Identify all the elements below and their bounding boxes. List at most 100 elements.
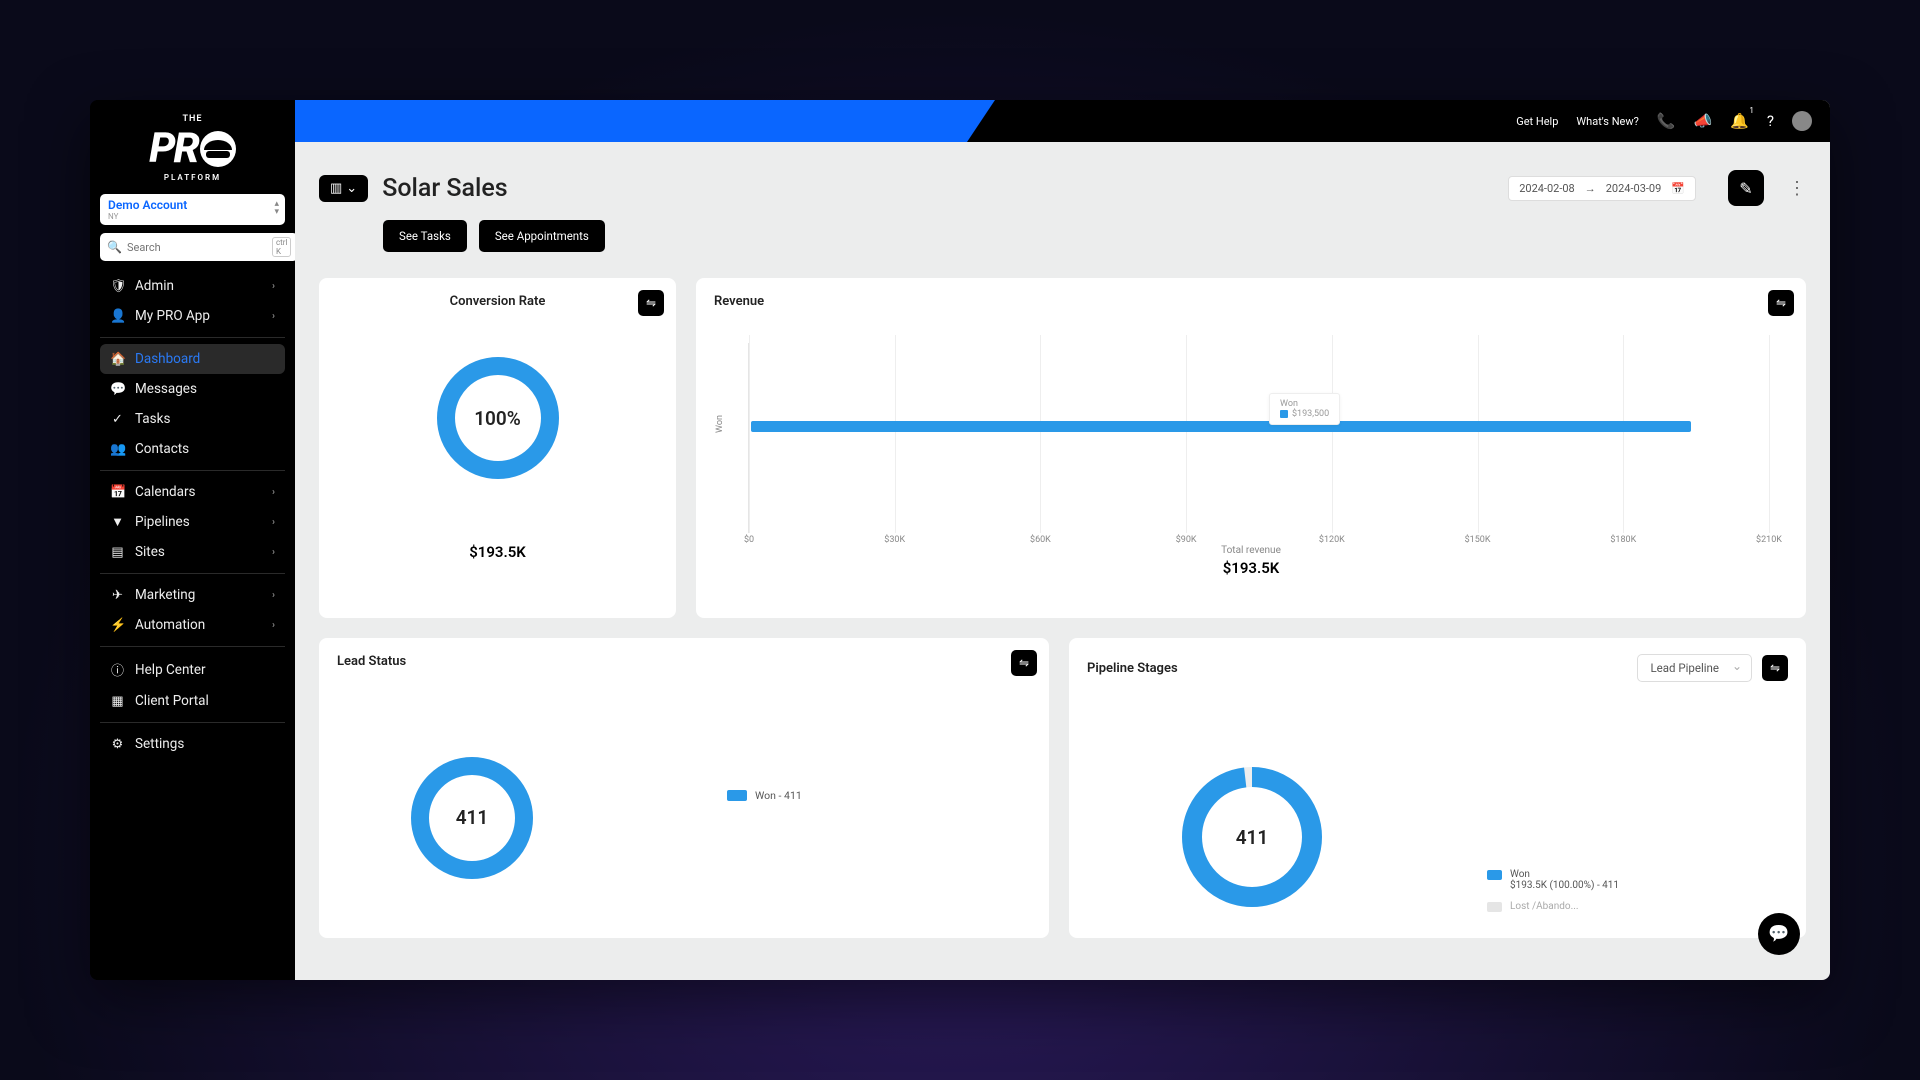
conversion-value: 100% bbox=[433, 353, 563, 483]
legend-item: Lost /Abando... bbox=[1487, 901, 1619, 912]
bolt-icon: ⚡ bbox=[110, 618, 125, 633]
pencil-icon: ✎ bbox=[1739, 179, 1752, 198]
arrow-right-icon: → bbox=[1585, 182, 1596, 195]
pipeline-stages-card: Pipeline Stages Lead Pipeline ⇋ 411 bbox=[1069, 638, 1806, 938]
account-selector[interactable]: Demo Account NY ▴▾ bbox=[100, 194, 285, 225]
sidebar-item-clientportal[interactable]: ▦ Client Portal bbox=[100, 686, 285, 716]
funnel-icon: ▼ bbox=[110, 514, 125, 530]
sidebar: THE PR PLATFORM Demo Account NY ▴▾ 🔍 ctr… bbox=[90, 100, 295, 980]
pipeline-value: 411 bbox=[1177, 762, 1327, 912]
logo-icon bbox=[200, 131, 236, 167]
pipeline-select[interactable]: Lead Pipeline bbox=[1637, 654, 1752, 682]
x-tick-label: $30K bbox=[884, 535, 905, 545]
lead-status-value: 411 bbox=[407, 753, 537, 883]
conversion-amount: $193.5K bbox=[469, 543, 526, 561]
sidebar-item-dashboard[interactable]: 🏠 Dashboard bbox=[100, 344, 285, 374]
client-icon: ▦ bbox=[110, 694, 125, 709]
x-tick-label: $90K bbox=[1176, 535, 1197, 545]
avatar[interactable] bbox=[1792, 111, 1812, 131]
topbar: Get Help What's New? 📞 📣 🔔1 ? bbox=[295, 100, 1830, 142]
revenue-amount: $193.5K bbox=[714, 559, 1788, 577]
sidebar-item-myapp[interactable]: 👤 My PRO App › bbox=[100, 301, 285, 331]
search-input[interactable]: 🔍 ctrl K bbox=[100, 233, 298, 261]
sidebar-item-automation[interactable]: ⚡ Automation › bbox=[100, 610, 285, 640]
sidebar-item-pipelines[interactable]: ▼ Pipelines › bbox=[100, 507, 285, 537]
legend-swatch bbox=[1487, 870, 1502, 880]
sliders-icon: ⇋ bbox=[1770, 661, 1780, 675]
chat-fab[interactable]: 💬 bbox=[1758, 913, 1800, 955]
date-to: 2024-03-09 bbox=[1606, 182, 1662, 195]
date-range-picker[interactable]: 2024-02-08 → 2024-03-09 📅 bbox=[1508, 176, 1696, 201]
sidebar-item-tasks[interactable]: ✓ Tasks bbox=[100, 404, 285, 434]
send-icon: ✈ bbox=[110, 588, 125, 603]
bell-icon[interactable]: 🔔1 bbox=[1730, 112, 1749, 130]
kbd-hint: ctrl K bbox=[272, 237, 291, 257]
see-tasks-button[interactable]: See Tasks bbox=[383, 220, 467, 252]
sidebar-item-sites[interactable]: ▤ Sites › bbox=[100, 537, 285, 567]
get-help-link[interactable]: Get Help bbox=[1516, 115, 1558, 128]
card-settings-button[interactable]: ⇋ bbox=[1762, 655, 1788, 681]
phone-icon[interactable]: 📞 bbox=[1657, 112, 1676, 130]
card-settings-button[interactable]: ⇋ bbox=[1011, 650, 1037, 676]
revenue-total-label: Total revenue bbox=[714, 545, 1788, 556]
chevron-down-icon: ⌄ bbox=[346, 181, 357, 196]
card-settings-button[interactable]: ⇋ bbox=[638, 290, 664, 316]
chevron-right-icon: › bbox=[272, 547, 275, 558]
chevron-right-icon: › bbox=[272, 517, 275, 528]
see-appointments-button[interactable]: See Appointments bbox=[479, 220, 605, 252]
revenue-card: Revenue ⇋ Won Won $193,500 $0$30K$60K$90… bbox=[696, 278, 1806, 618]
sliders-icon: ⇋ bbox=[1776, 296, 1786, 310]
sidebar-item-admin[interactable]: 🛡 Admin › bbox=[100, 271, 285, 301]
edit-button[interactable]: ✎ bbox=[1728, 170, 1764, 206]
info-icon: ⓘ bbox=[110, 660, 125, 679]
dashboard-selector[interactable]: ▥ ⌄ bbox=[319, 175, 368, 202]
chat-icon: 💬 bbox=[1768, 924, 1789, 944]
whats-new-link[interactable]: What's New? bbox=[1576, 115, 1638, 128]
x-tick-label: $60K bbox=[1030, 535, 1051, 545]
pipeline-donut-chart: 411 bbox=[1177, 762, 1327, 912]
chevron-right-icon: › bbox=[272, 620, 275, 631]
help-icon[interactable]: ? bbox=[1767, 112, 1774, 130]
check-icon: ✓ bbox=[110, 412, 125, 427]
topbar-accent bbox=[295, 100, 995, 142]
contacts-icon: 👥 bbox=[110, 442, 125, 457]
card-settings-button[interactable]: ⇋ bbox=[1768, 290, 1794, 316]
sidebar-item-settings[interactable]: ⚙ Settings bbox=[100, 729, 285, 759]
sidebar-item-calendars[interactable]: 📅 Calendars › bbox=[100, 477, 285, 507]
sidebar-item-contacts[interactable]: 👥 Contacts bbox=[100, 434, 285, 464]
sidebar-item-marketing[interactable]: ✈ Marketing › bbox=[100, 580, 285, 610]
legend-swatch bbox=[727, 790, 747, 801]
sliders-icon: ⇋ bbox=[646, 296, 656, 310]
notification-badge: 1 bbox=[1749, 106, 1754, 115]
conversion-donut-chart: 100% bbox=[433, 353, 563, 483]
revenue-bar-chart: Won Won $193,500 $0$30K$60K$90K$120K$150… bbox=[748, 343, 1764, 533]
legend-item: Won $193.5K (100.00%) - 411 bbox=[1487, 869, 1619, 891]
sliders-icon: ⇋ bbox=[1019, 656, 1029, 670]
main: Get Help What's New? 📞 📣 🔔1 ? ▥ ⌄ Solar … bbox=[295, 100, 1830, 980]
card-title: Pipeline Stages bbox=[1087, 661, 1178, 676]
card-title: Lead Status bbox=[337, 654, 1031, 669]
megaphone-icon[interactable]: 📣 bbox=[1694, 112, 1713, 130]
layers-icon: ▤ bbox=[110, 545, 125, 560]
conversion-rate-card: Conversion Rate ⇋ 100% $193.5K bbox=[319, 278, 676, 618]
chart-tooltip: Won $193,500 bbox=[1269, 393, 1340, 425]
x-tick-label: $180K bbox=[1610, 535, 1636, 545]
date-from: 2024-02-08 bbox=[1519, 182, 1575, 195]
logo-text: PR bbox=[149, 124, 198, 173]
chat-icon: 💬 bbox=[110, 382, 125, 397]
x-tick-label: $0 bbox=[744, 535, 754, 545]
legend-swatch bbox=[1487, 902, 1502, 912]
chevron-updown-icon: ▴▾ bbox=[274, 200, 279, 216]
x-tick-label: $210K bbox=[1756, 535, 1782, 545]
layout-icon: ▥ bbox=[330, 181, 342, 196]
chevron-right-icon: › bbox=[272, 487, 275, 498]
more-button[interactable]: ⋮ bbox=[1788, 178, 1806, 199]
chevron-right-icon: › bbox=[272, 590, 275, 601]
sidebar-item-messages[interactable]: 💬 Messages bbox=[100, 374, 285, 404]
chevron-right-icon: › bbox=[272, 281, 275, 292]
page-title: Solar Sales bbox=[382, 174, 507, 203]
lead-status-card: Lead Status ⇋ 411 Won - 411 bbox=[319, 638, 1049, 938]
sidebar-item-helpcenter[interactable]: ⓘ Help Center bbox=[100, 653, 285, 686]
x-tick-label: $150K bbox=[1465, 535, 1491, 545]
gear-icon: ⚙ bbox=[110, 737, 125, 752]
